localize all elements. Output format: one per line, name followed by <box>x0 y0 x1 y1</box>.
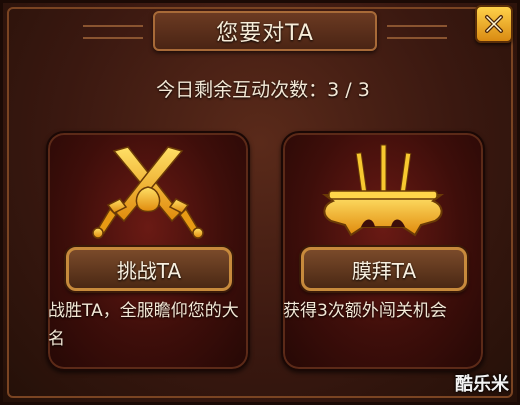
dialog-title-bar: 您要对TA <box>83 11 447 51</box>
remaining-interactions-counter: 今日剩余互动次数：3 / 3 <box>156 79 370 101</box>
site-watermark: 酷乐米 <box>455 374 509 395</box>
incense-burner-icon <box>322 144 444 237</box>
close-button[interactable] <box>475 5 513 43</box>
interaction-dialog: 您要对TA 今日剩余互动次数：3 / 3 挑战TA 战胜TA，全服瞻仰您的大名 … <box>0 0 520 405</box>
worship-panel: 膜拜TA 获得3次额外闯关机会 <box>281 131 485 371</box>
dialog-title: 您要对TA <box>216 21 314 46</box>
challenge-button[interactable]: 挑战TA <box>66 247 232 291</box>
worship-description: 获得3次额外闯关机会 <box>283 301 447 321</box>
challenge-description: 战胜TA，全服瞻仰您的大名 <box>48 301 239 349</box>
challenge-panel: 挑战TA 战胜TA，全服瞻仰您的大名 <box>46 131 250 371</box>
worship-button[interactable]: 膜拜TA <box>301 247 467 291</box>
title-ornament-left <box>83 25 143 39</box>
title-ornament-right <box>387 25 447 39</box>
crossed-swords-icon <box>92 146 204 239</box>
close-icon <box>485 15 503 33</box>
